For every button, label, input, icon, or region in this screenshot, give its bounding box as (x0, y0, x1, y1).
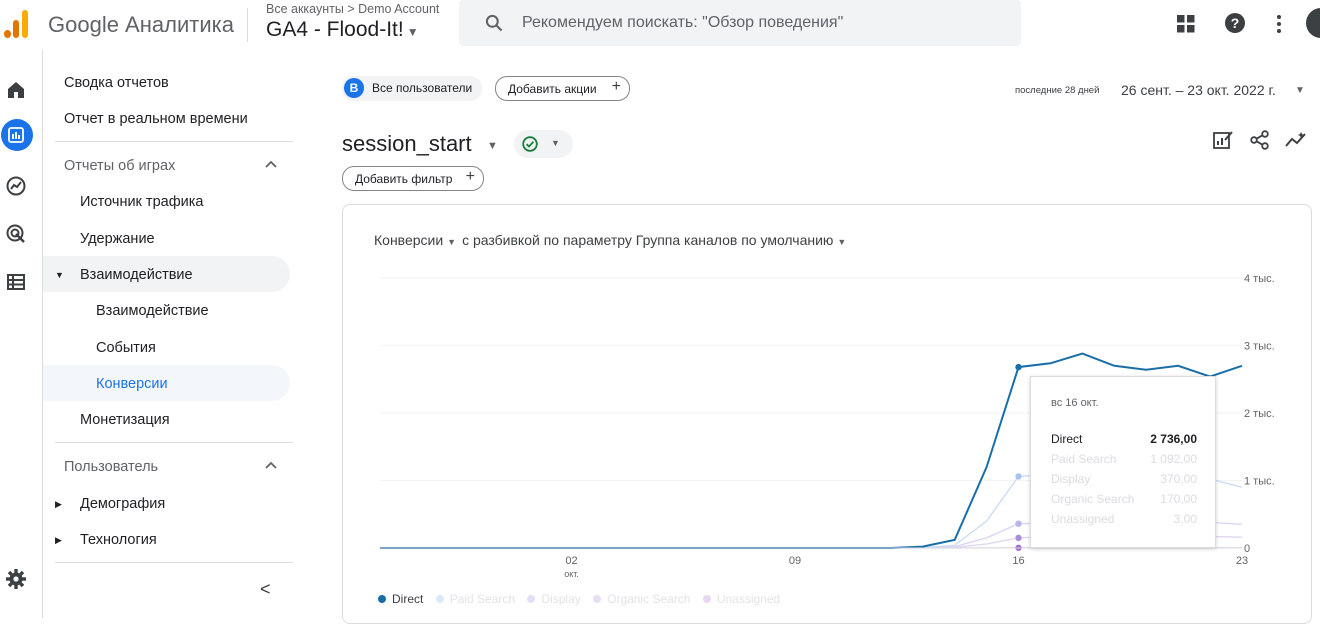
chart-tooltip: вс 16 окт. Direct 2 736,00 Paid Search 1 0… (1030, 376, 1216, 548)
tooltip-label: Unassigned (1051, 512, 1114, 526)
tooltip-date: вс 16 окт. (1051, 397, 1099, 409)
x-tick-label: 23 (1236, 555, 1248, 567)
tooltip-value: 3,00 (1174, 512, 1197, 526)
tooltip-value: 2 736,00 (1150, 432, 1197, 446)
legend-item-display[interactable]: Display (527, 592, 580, 606)
legend-label: Direct (392, 592, 423, 606)
x-tick-label: 02 (565, 555, 577, 567)
legend-swatch (703, 595, 711, 603)
x-tick-label: 09 (789, 555, 801, 567)
legend-item-organic-search[interactable]: Organic Search (593, 592, 690, 606)
tooltip-value: 370,00 (1160, 472, 1197, 486)
y-tick-label: 3 тыс. (1244, 341, 1275, 353)
tooltip-row: Organic Search 170,00 (1051, 492, 1197, 506)
tooltip-row: Unassigned 3,00 (1051, 512, 1197, 526)
legend-swatch (378, 595, 386, 603)
tooltip-label: Display (1051, 472, 1090, 486)
legend-swatch (593, 595, 601, 603)
y-tick-label: 4 тыс. (1244, 273, 1275, 285)
tooltip-label: Direct (1051, 432, 1082, 446)
x-tick-sublabel: окт. (564, 569, 579, 579)
legend-label: Organic Search (607, 592, 690, 606)
y-tick-label: 1 тыс. (1244, 476, 1275, 488)
tooltip-value: 170,00 (1160, 492, 1197, 506)
hover-point (1015, 521, 1021, 527)
chart-legend: Direct Paid Search Display Organic Searc… (378, 592, 789, 606)
hover-point (1015, 535, 1021, 541)
tooltip-label: Paid Search (1051, 452, 1116, 466)
legend-label: Paid Search (450, 592, 515, 606)
legend-item-direct[interactable]: Direct (378, 592, 423, 606)
tooltip-label: Organic Search (1051, 492, 1134, 506)
tooltip-row: Direct 2 736,00 (1051, 432, 1197, 446)
legend-swatch (527, 595, 535, 603)
y-tick-label: 0 (1244, 543, 1250, 555)
legend-label: Unassigned (717, 592, 780, 606)
legend-item-unassigned[interactable]: Unassigned (703, 592, 780, 606)
tooltip-row: Paid Search 1 092,00 (1051, 452, 1197, 466)
legend-swatch (436, 595, 444, 603)
tooltip-value: 1 092,00 (1150, 452, 1197, 466)
tooltip-row: Display 370,00 (1051, 472, 1197, 486)
hover-point (1015, 364, 1021, 370)
legend-item-paid-search[interactable]: Paid Search (436, 592, 515, 606)
x-tick-label: 16 (1012, 555, 1024, 567)
legend-label: Display (541, 592, 580, 606)
hover-point (1015, 473, 1021, 479)
y-tick-label: 2 тыс. (1244, 408, 1275, 420)
